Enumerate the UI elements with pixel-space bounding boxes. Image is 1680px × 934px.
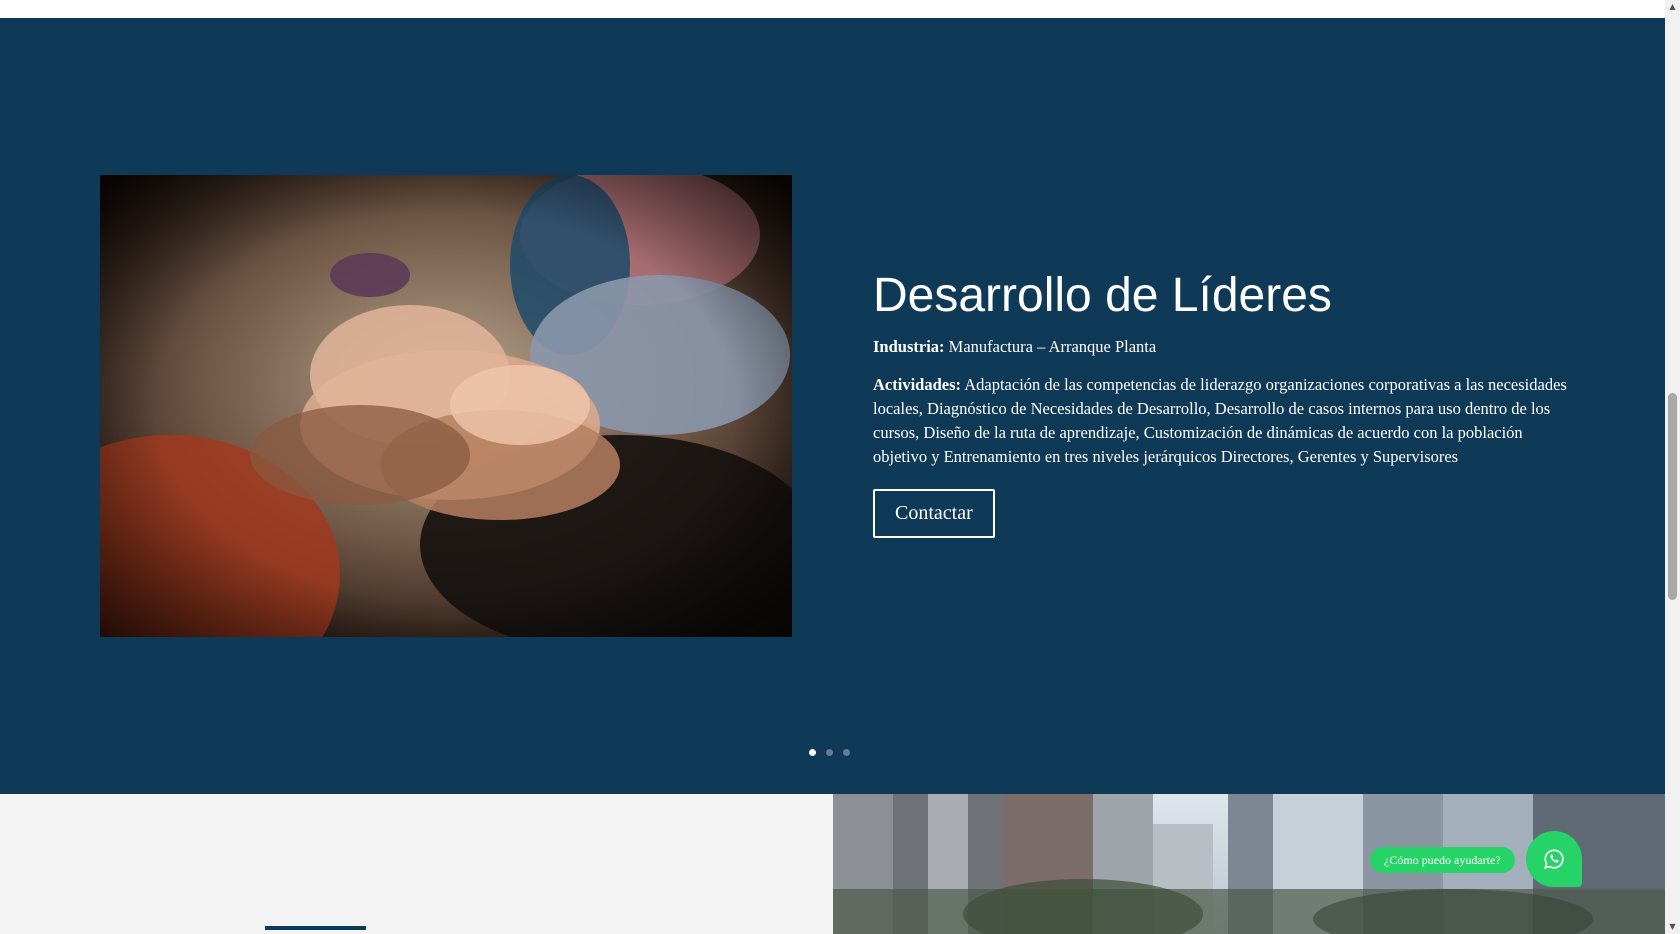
- activities-value: Adaptación de las competencias de lidera…: [873, 374, 1567, 466]
- lower-section-left: [0, 794, 833, 934]
- slider-dot-2[interactable]: [826, 749, 833, 756]
- top-strip: [0, 0, 1665, 18]
- scroll-thumb[interactable]: [1668, 393, 1677, 600]
- whatsapp-button[interactable]: [1526, 831, 1582, 887]
- hero-title: Desarrollo de Líderes: [873, 269, 1332, 322]
- scroll-up-arrow-icon[interactable]: ▲: [1665, 0, 1680, 14]
- hero-content: Desarrollo de Líderes Industria: Manufac…: [873, 269, 1573, 538]
- scroll-down-arrow-icon[interactable]: ▼: [1665, 920, 1680, 934]
- industry-label: Industria:: [873, 336, 945, 356]
- whatsapp-help-bubble[interactable]: ¿Cómo puedo ayudarte?: [1370, 847, 1515, 873]
- section-accent-bar: [265, 926, 366, 930]
- hero-slider: Desarrollo de Líderes Industria: Manufac…: [0, 18, 1665, 794]
- activities-line: Actividades: Adaptación de las competenc…: [873, 373, 1573, 469]
- slider-dot-1[interactable]: [809, 749, 816, 756]
- whatsapp-icon: [1544, 849, 1564, 869]
- industry-line: Industria: Manufactura – Arranque Planta: [873, 335, 1573, 359]
- contact-button[interactable]: Contactar: [873, 488, 995, 538]
- industry-value: Manufactura – Arranque Planta: [948, 336, 1157, 356]
- activities-label: Actividades:: [873, 374, 961, 394]
- vertical-scrollbar[interactable]: ▲ ▼: [1665, 0, 1680, 934]
- hands-together-image: [100, 175, 792, 637]
- slider-pagination: [809, 749, 850, 756]
- slider-dot-3[interactable]: [843, 749, 850, 756]
